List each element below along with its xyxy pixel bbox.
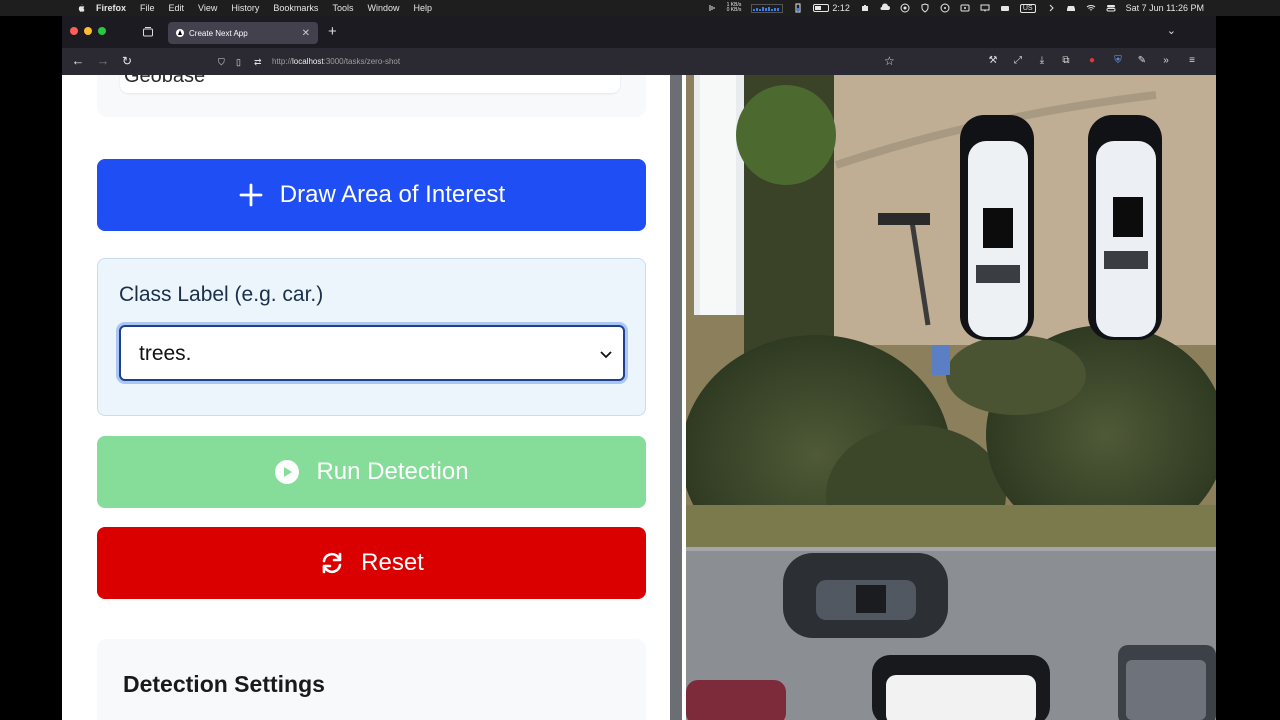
reset-button-label: Reset xyxy=(361,549,424,576)
aerial-imagery xyxy=(686,75,1216,720)
cloud-icon[interactable] xyxy=(880,3,890,13)
screen-share-icon[interactable] xyxy=(960,3,970,13)
record-icon[interactable] xyxy=(900,3,910,13)
reset-button[interactable]: Reset xyxy=(97,527,646,599)
geobase-select-value: Geobase xyxy=(124,75,206,87)
draw-area-button-label: Draw Area of Interest xyxy=(279,181,506,208)
message-icon[interactable] xyxy=(980,3,990,13)
menu-bookmarks[interactable]: Bookmarks xyxy=(273,3,318,13)
battery-status[interactable]: 2:12 xyxy=(813,3,850,13)
target-icon[interactable] xyxy=(940,3,950,13)
memory-icon[interactable] xyxy=(793,3,803,13)
menu-view[interactable]: View xyxy=(198,3,217,13)
battery-icon xyxy=(813,4,830,12)
battery-fill xyxy=(815,6,821,10)
cpu-graph-icon[interactable] xyxy=(751,3,784,13)
refresh-icon xyxy=(322,552,342,574)
tab-list-chevron-icon[interactable]: ⌄ xyxy=(1167,24,1176,37)
extensions-icon[interactable]: ⧉ xyxy=(1060,55,1072,67)
menu-tools[interactable]: Tools xyxy=(332,3,353,13)
tab-overview-icon[interactable] xyxy=(142,26,154,38)
menu-icon[interactable]: ≡ xyxy=(1186,55,1198,67)
bookmark-star-icon[interactable]: ☆ xyxy=(884,54,895,68)
run-detection-button-label: Run Detection xyxy=(316,458,469,485)
car-icon[interactable] xyxy=(1066,3,1076,13)
class-label-value: trees. xyxy=(139,342,192,365)
draw-area-button[interactable]: Draw Area of Interest xyxy=(97,159,646,231)
browser-window: Create Next App ✕ + ⌄ ← → ↻ ⛉ ▯ ⇄ http:/… xyxy=(62,16,1216,720)
new-tab-button[interactable]: + xyxy=(328,23,337,40)
menu-app-name[interactable]: Firefox xyxy=(96,3,126,13)
net-down: 0 KB/s xyxy=(726,7,742,13)
url-path: :3000/tasks/zero-shot xyxy=(323,57,401,66)
control-center-icon[interactable] xyxy=(1106,3,1116,13)
menu-edit[interactable]: Edit xyxy=(169,3,185,13)
url-scheme: http:// xyxy=(272,57,293,66)
chevron-down-icon xyxy=(600,351,612,359)
battery-time: 2:12 xyxy=(832,3,850,13)
puzzle-icon[interactable] xyxy=(860,3,870,13)
keyboard-icon[interactable] xyxy=(1000,3,1010,13)
tab-close-icon[interactable]: ✕ xyxy=(302,28,310,39)
tracking-shield-icon[interactable]: ⛉ xyxy=(218,57,228,67)
shield-icon[interactable] xyxy=(920,3,930,13)
menubar-tray: 1 KB/s 0 KB/s 2:12 US Sat 7 Jun 11:26 PM xyxy=(707,0,1204,16)
macos-menu-bar: Firefox File Edit View History Bookmarks… xyxy=(0,0,1280,16)
apple-icon[interactable] xyxy=(76,3,86,13)
menu-help[interactable]: Help xyxy=(413,3,432,13)
wifi-icon[interactable] xyxy=(1086,3,1096,13)
url-bar[interactable]: ⛉ ▯ ⇄ http://localhost:3000/tasks/zero-s… xyxy=(218,52,908,71)
pen-icon[interactable]: ✎ xyxy=(1136,55,1148,67)
reload-icon[interactable]: ↻ xyxy=(120,54,134,68)
menu-file[interactable]: File xyxy=(140,3,155,13)
tab-bar: Create Next App ✕ + ⌄ xyxy=(62,16,1216,48)
input-source[interactable]: US xyxy=(1019,3,1036,13)
nextjs-favicon-icon xyxy=(176,29,184,37)
network-speed[interactable]: 1 KB/s 0 KB/s xyxy=(727,3,742,13)
class-label-card: Class Label (e.g. car.) trees. xyxy=(97,258,646,416)
window-minimize-button[interactable] xyxy=(84,27,92,35)
class-label-select[interactable]: trees. xyxy=(119,325,625,381)
class-label-title: Class Label (e.g. car.) xyxy=(119,283,324,306)
audio-icon[interactable] xyxy=(707,3,717,13)
chevron-right-icon[interactable] xyxy=(1046,3,1056,13)
geobase-select[interactable]: Geobase xyxy=(120,75,620,93)
back-arrow-icon[interactable]: ← xyxy=(71,54,85,68)
run-detection-button[interactable]: Run Detection xyxy=(97,436,646,508)
tab-title: Create Next App xyxy=(189,28,248,38)
overflow-chevron-icon[interactable]: » xyxy=(1160,55,1172,67)
url-host: localhost xyxy=(292,57,324,66)
control-panel: Geobase Draw Area of Interest Class Labe… xyxy=(62,75,670,720)
wrench-icon[interactable]: ⚒ xyxy=(987,55,999,67)
detection-settings-card: Detection Settings xyxy=(97,639,646,720)
download-icon[interactable]: ⤓ xyxy=(1036,55,1048,67)
tab-create-next-app[interactable]: Create Next App ✕ xyxy=(168,22,318,44)
ublock-icon[interactable]: ● xyxy=(1086,55,1098,67)
forward-arrow-icon[interactable]: → xyxy=(96,54,110,68)
permissions-icon[interactable]: ⇄ xyxy=(254,57,264,67)
plus-icon xyxy=(239,183,263,207)
window-close-button[interactable] xyxy=(70,27,78,35)
play-circle-icon xyxy=(275,460,300,484)
page-info-icon[interactable]: ▯ xyxy=(236,57,246,67)
window-maximize-button[interactable] xyxy=(98,27,106,35)
menu-history[interactable]: History xyxy=(231,3,259,13)
chevron-down-icon xyxy=(600,75,612,77)
page-content: Geobase Draw Area of Interest Class Labe… xyxy=(62,75,1216,720)
nav-bar: ← → ↻ ⛉ ▯ ⇄ http://localhost:3000/tasks/… xyxy=(62,48,1216,75)
bitwarden-icon[interactable]: ⛨ xyxy=(1112,55,1124,67)
panel-divider[interactable] xyxy=(670,75,686,720)
aerial-map[interactable] xyxy=(686,75,1216,720)
expand-icon[interactable]: ⤢ xyxy=(1012,55,1024,67)
menu-window[interactable]: Window xyxy=(367,3,399,13)
clock[interactable]: Sat 7 Jun 11:26 PM xyxy=(1126,3,1204,13)
detection-settings-title: Detection Settings xyxy=(123,671,325,697)
